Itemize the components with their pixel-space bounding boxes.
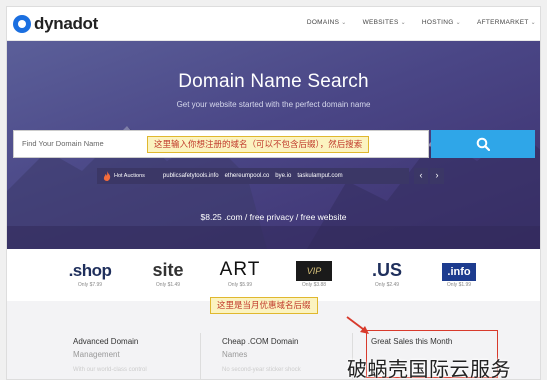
menu-websites[interactable]: WEBSITES ⌄ [363, 19, 406, 26]
search-placeholder: Find Your Domain Name [22, 139, 104, 148]
tld-info-logo: .info [442, 263, 476, 281]
feature-description: With our world-class control [73, 367, 147, 373]
brand-name: dynadot [34, 14, 99, 33]
chevron-down-icon: ⌄ [400, 20, 406, 26]
chevron-down-icon: ⌄ [341, 20, 347, 26]
feature-title: Cheap .COM Domain [222, 337, 299, 346]
browser-frame: dynadot DOMAINS ⌄ WEBSITES ⌄ HOSTING ⌄ AFTE… [6, 6, 541, 380]
tld-vip-logo: VIP [296, 261, 332, 281]
tld-deals-row: .shop Only $7.99 site Only $1.49 ART Onl… [7, 249, 540, 301]
chevron-down-icon: ⌄ [455, 20, 461, 26]
domain-search-input[interactable]: Find Your Domain Name 这里输入你想注册的域名（可以不包含后… [13, 130, 429, 158]
hot-auctions-label: Hot Auctions [114, 173, 145, 179]
auction-link[interactable]: publicsafetytools.info [163, 173, 219, 179]
tld-art[interactable]: ART Only $5.99 [212, 259, 268, 288]
tld-price: Only $2.49 [374, 282, 400, 288]
tld-us[interactable]: .US Only $2.49 [365, 259, 409, 288]
annotation-arrow-icon [346, 316, 369, 334]
promo-text: $8.25 .com / free privacy / free website [200, 212, 347, 222]
tld-info[interactable]: .info Only $1.99 [439, 259, 479, 288]
auction-link[interactable]: taskulamput.com [297, 173, 342, 179]
tld-shop-logo: .shop [68, 261, 112, 280]
tld-us-logo: .US [371, 260, 402, 280]
feature-title: Advanced Domain [73, 337, 139, 346]
hero-subtitle: Get your website started with the perfec… [176, 100, 371, 109]
feature-advanced-domain[interactable]: Advanced Domain Management With our worl… [73, 337, 147, 373]
tld-shop[interactable]: .shop Only $7.99 [62, 259, 118, 288]
feature-description: No second-year sticker shock [222, 367, 301, 373]
auction-link[interactable]: bye.io [275, 173, 291, 179]
tld-annotation: 这里是当月优惠域名后缀 [210, 297, 318, 314]
tld-price: Only $1.99 [446, 282, 472, 288]
search-annotation: 这里输入你想注册的域名（可以不包含后缀），然后搜索 [147, 136, 370, 153]
flame-icon [103, 171, 111, 181]
tld-price: Only $3.88 [301, 282, 327, 288]
tld-price: Only $5.99 [227, 282, 253, 288]
feature-subtitle: Management [73, 350, 120, 359]
tld-price: Only $1.49 [155, 282, 181, 288]
tld-site[interactable]: site Only $1.49 [143, 259, 193, 288]
dynadot-logo[interactable]: dynadot [13, 14, 98, 34]
hero-section: Domain Name Search Get your website star… [7, 41, 540, 249]
search-button[interactable] [431, 130, 535, 158]
auction-link[interactable]: ethereumpool.co [225, 173, 270, 179]
search-icon [476, 137, 490, 151]
menu-hosting[interactable]: HOSTING ⌄ [422, 19, 461, 26]
auction-next-button[interactable]: › [430, 168, 444, 184]
tld-art-logo: ART [219, 259, 261, 280]
chevron-down-icon: ⌄ [530, 20, 536, 26]
menu-domains[interactable]: DOMAINS ⌄ [307, 19, 347, 26]
feature-divider [200, 333, 201, 379]
feature-cheap-com[interactable]: Cheap .COM Domain Names No second-year s… [222, 337, 301, 373]
watermark: 破蜗壳国际云服务 [347, 357, 511, 380]
hero-title: Domain Name Search [178, 71, 369, 92]
tld-vip[interactable]: VIP Only $3.88 [292, 259, 336, 288]
auction-prev-button[interactable]: ‹ [414, 168, 428, 184]
menu-aftermarket[interactable]: AFTERMARKET ⌄ [477, 19, 536, 26]
dynadot-logo-icon [13, 15, 31, 33]
tld-site-logo: site [152, 260, 184, 280]
feature-subtitle: Names [222, 350, 248, 359]
top-nav: dynadot DOMAINS ⌄ WEBSITES ⌄ HOSTING ⌄ AFTE… [7, 7, 540, 41]
main-menu: DOMAINS ⌄ WEBSITES ⌄ HOSTING ⌄ AFTERMARKET ⌄ [307, 19, 536, 26]
hot-auctions-bar: Hot Auctions publicsafetytools.info ethe… [97, 168, 409, 184]
tld-price: Only $7.99 [77, 282, 103, 288]
